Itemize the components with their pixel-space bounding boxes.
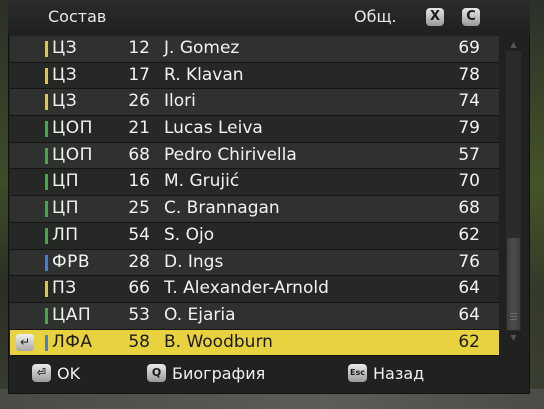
position-color-bar xyxy=(45,94,48,111)
player-row[interactable]: ЦЗ 12 J. Gomez 69 xyxy=(10,36,499,63)
panel-header: Состав Общ. X C xyxy=(8,0,530,34)
position-color-bar xyxy=(45,307,48,324)
q-key-icon: Q xyxy=(147,364,166,382)
player-position: ПЗ xyxy=(52,278,77,299)
player-position: ЦЗ xyxy=(52,91,78,112)
squad-panel: Состав Общ. X C ЦЗ 12 J. Gomez 69 ЦЗ 17 R. Kla… xyxy=(8,0,530,394)
player-number: 16 xyxy=(128,171,150,192)
player-position: ЦАП xyxy=(52,304,92,325)
player-name: M. Grujić xyxy=(164,171,240,192)
player-number: 26 xyxy=(128,91,150,112)
ok-button[interactable]: ⏎ OK xyxy=(32,362,80,384)
position-color-bar xyxy=(45,334,48,351)
player-position: ЦП xyxy=(52,171,79,192)
player-position: ЦОП xyxy=(52,118,93,139)
player-overall: 74 xyxy=(458,91,480,112)
player-name: R. Klavan xyxy=(164,64,244,85)
player-row[interactable]: ЦП 25 C. Brannagan 68 xyxy=(10,196,499,223)
position-color-bar xyxy=(45,281,48,298)
player-row[interactable]: ЦЗ 26 Ilori 74 xyxy=(10,89,499,117)
player-name: C. Brannagan xyxy=(164,198,280,219)
player-row[interactable]: ЦП 16 M. Grujić 70 xyxy=(10,169,499,197)
player-overall: 70 xyxy=(458,171,480,192)
back-button[interactable]: Esc Назад xyxy=(348,362,424,384)
biography-button[interactable]: Q Биография xyxy=(147,362,265,384)
player-row[interactable]: ПЗ 66 T. Alexander-Arnold 64 xyxy=(10,276,499,303)
position-color-bar xyxy=(45,67,48,84)
enter-key-icon: ↵ xyxy=(16,333,34,351)
player-name: O. Ejaria xyxy=(164,304,236,325)
scroll-down-icon[interactable]: ▼ xyxy=(506,331,521,344)
back-label: Назад xyxy=(373,363,425,383)
player-overall: 64 xyxy=(458,304,480,325)
player-name: T. Alexander-Arnold xyxy=(164,278,329,299)
enter-key-icon: ⏎ xyxy=(32,364,51,382)
player-number: 21 xyxy=(128,118,150,139)
player-overall: 64 xyxy=(458,278,480,299)
overall-column-label: Общ. xyxy=(354,7,397,26)
player-name: S. Ojo xyxy=(164,224,215,245)
player-position: ЦЗ xyxy=(52,64,78,85)
panel-title: Состав xyxy=(48,7,107,26)
player-position: ЦЗ xyxy=(52,38,78,58)
player-name: D. Ings xyxy=(164,251,224,272)
player-number: 54 xyxy=(128,224,150,245)
x-key-icon[interactable]: X xyxy=(426,8,444,26)
player-overall: 69 xyxy=(458,38,480,58)
esc-key-icon: Esc xyxy=(348,364,367,382)
player-row[interactable]: ЦАП 53 O. Ejaria 64 xyxy=(10,302,499,330)
background-right xyxy=(528,0,544,409)
scrollbar[interactable]: ▲ ▼ xyxy=(506,38,521,344)
position-color-bar xyxy=(45,174,48,191)
player-position: ФРВ xyxy=(52,251,91,272)
biography-label: Биография xyxy=(172,363,266,383)
player-number: 28 xyxy=(128,251,150,272)
player-overall: 76 xyxy=(458,251,480,272)
player-number: 68 xyxy=(128,144,150,165)
player-row[interactable]: ЦЗ 17 R. Klavan 78 xyxy=(10,62,499,90)
player-row[interactable]: ЦОП 68 Pedro Chirivella 57 xyxy=(10,142,499,170)
player-row[interactable]: ЦОП 21 Lucas Leiva 79 xyxy=(10,116,499,143)
player-number: 12 xyxy=(128,38,150,58)
player-overall: 68 xyxy=(458,198,480,219)
player-name: Ilori xyxy=(164,91,196,112)
player-overall: 57 xyxy=(458,144,480,165)
position-color-bar xyxy=(45,201,48,218)
footer-controls: ⏎ OK Q Биография Esc Назад xyxy=(8,352,530,392)
player-row[interactable]: ФРВ 28 D. Ings 76 xyxy=(10,249,499,277)
player-position: ЦОП xyxy=(52,144,93,165)
scroll-up-icon[interactable]: ▲ xyxy=(506,38,521,51)
position-color-bar xyxy=(45,121,48,138)
player-number: 25 xyxy=(128,198,150,219)
player-number: 66 xyxy=(128,278,150,299)
player-position: ЛП xyxy=(52,224,79,245)
player-name: Pedro Chirivella xyxy=(164,144,297,165)
position-color-bar xyxy=(45,41,48,57)
player-overall: 79 xyxy=(458,118,480,139)
position-color-bar xyxy=(45,147,48,164)
position-color-bar xyxy=(45,227,48,244)
c-key-icon[interactable]: C xyxy=(462,8,480,26)
position-color-bar xyxy=(45,254,48,271)
player-name: Lucas Leiva xyxy=(164,118,263,139)
player-overall: 62 xyxy=(458,224,480,245)
player-name: J. Gomez xyxy=(164,38,240,58)
player-overall: 78 xyxy=(458,64,480,85)
ok-label: OK xyxy=(57,363,81,383)
scrollbar-thumb[interactable] xyxy=(507,238,520,330)
player-row[interactable]: ЛП 54 S. Ojo 62 xyxy=(10,222,499,250)
player-number: 53 xyxy=(128,304,150,325)
player-position: ЦП xyxy=(52,198,79,219)
player-number: 17 xyxy=(128,64,150,85)
player-list: ЦЗ 12 J. Gomez 69 ЦЗ 17 R. Klavan 78 ЦЗ 26 Ilori 74… xyxy=(10,36,499,357)
